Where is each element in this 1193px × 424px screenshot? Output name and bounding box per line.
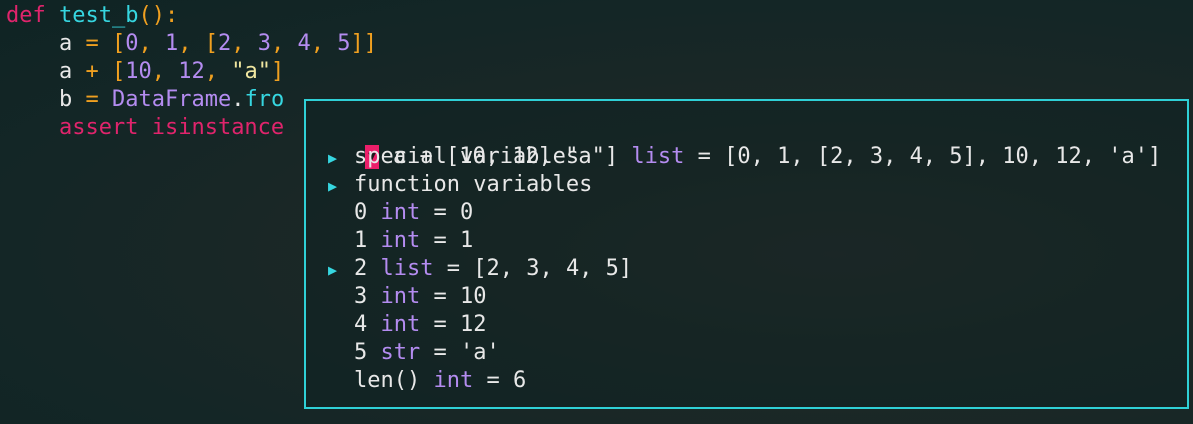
- comma: ,: [204, 59, 218, 84]
- tree-row[interactable]: ▶ special variables: [328, 143, 579, 171]
- row-type: int: [380, 228, 421, 253]
- row-label: 2: [354, 256, 368, 281]
- bracket: [: [111, 59, 126, 84]
- row-value: = 1: [433, 228, 474, 253]
- bracket: [: [111, 31, 126, 56]
- row-label: special variables: [354, 144, 580, 169]
- row-type: list: [380, 256, 434, 281]
- bracket: [: [204, 31, 218, 56]
- row-label: 4: [354, 312, 368, 337]
- code-line-4: b = DataFrame.fro: [6, 86, 284, 114]
- header-type: list: [631, 144, 685, 169]
- tree-row[interactable]: 5 str = 'a': [328, 339, 500, 367]
- debug-hover-popup[interactable]: ▼ a + [10, 12, "a"] list = [0, 1, [2, 3, …: [304, 99, 1189, 409]
- row-label: len(): [354, 368, 421, 393]
- bracket: ]: [270, 59, 285, 84]
- row-type: int: [380, 312, 421, 337]
- row-label: 3: [354, 284, 368, 309]
- tree-row[interactable]: 4 int = 12: [328, 311, 486, 339]
- comma: ,: [270, 31, 285, 56]
- assign-op: =: [85, 87, 99, 112]
- expand-icon[interactable]: ▶: [328, 172, 354, 200]
- comma: ,: [310, 31, 324, 56]
- number: 1: [164, 31, 179, 56]
- row-type: int: [380, 284, 421, 309]
- comma: ,: [178, 31, 192, 56]
- tree-row[interactable]: len() int = 6: [328, 367, 526, 395]
- def-keyword: def: [6, 3, 46, 28]
- code-line-3: a + [10, 12, "a"]: [6, 58, 284, 86]
- number: 10: [125, 59, 152, 84]
- var-a: a: [58, 31, 73, 56]
- row-value: = 'a': [433, 340, 500, 365]
- row-label: function variables: [354, 172, 593, 197]
- popup-header[interactable]: ▼ a + [10, 12, "a"] list = [0, 1, [2, 3, …: [312, 115, 1161, 169]
- expand-icon[interactable]: ▶: [328, 256, 354, 284]
- function-name: test_b: [59, 3, 139, 28]
- code-line-1: def test_b():: [6, 2, 178, 30]
- number: 4: [297, 31, 311, 56]
- row-type: int: [380, 200, 421, 225]
- expand-icon[interactable]: ▶: [328, 144, 354, 172]
- bracket: ]]: [350, 31, 377, 56]
- number: 12: [178, 59, 205, 84]
- row-value: = 0: [433, 200, 474, 225]
- number: 5: [337, 31, 351, 56]
- row-type: int: [433, 368, 474, 393]
- assign-op: =: [85, 31, 99, 56]
- row-type: str: [380, 340, 421, 365]
- row-value: = 12: [433, 312, 487, 337]
- assert-keyword: assert: [58, 115, 139, 140]
- plus-op: +: [85, 59, 99, 84]
- code-line-2: a = [0, 1, [2, 3, 4, 5]]: [6, 30, 377, 58]
- tree-row[interactable]: 1 int = 1: [328, 227, 473, 255]
- var-a: a: [58, 59, 73, 84]
- tree-row[interactable]: 3 int = 10: [328, 283, 486, 311]
- comma: ,: [138, 31, 152, 56]
- comma: ,: [151, 59, 165, 84]
- dot: .: [231, 87, 245, 112]
- string-literal: "a": [231, 59, 271, 84]
- code-line-5: assert isinstance: [6, 114, 284, 142]
- header-value: = [0, 1, [2, 3, 4, 5], 10, 12, 'a']: [697, 144, 1162, 169]
- number: 0: [125, 31, 139, 56]
- number: 2: [217, 31, 232, 56]
- row-label: 1: [354, 228, 368, 253]
- number: 3: [257, 31, 271, 56]
- row-value: = 6: [486, 368, 527, 393]
- row-label: 5: [354, 340, 368, 365]
- method-name: fro: [244, 87, 285, 112]
- tree-row[interactable]: 0 int = 0: [328, 199, 473, 227]
- row-label: 0: [354, 200, 368, 225]
- isinstance-call: isinstance: [151, 115, 285, 140]
- var-b: b: [58, 87, 73, 112]
- tree-row[interactable]: ▶ function variables: [328, 171, 592, 199]
- tree-row[interactable]: ▶ 2 list = [2, 3, 4, 5]: [328, 255, 632, 283]
- row-value: = [2, 3, 4, 5]: [446, 256, 633, 281]
- class-name: DataFrame: [111, 87, 232, 112]
- function-parens: ():: [138, 3, 179, 28]
- row-value: = 10: [433, 284, 487, 309]
- comma: ,: [231, 31, 245, 56]
